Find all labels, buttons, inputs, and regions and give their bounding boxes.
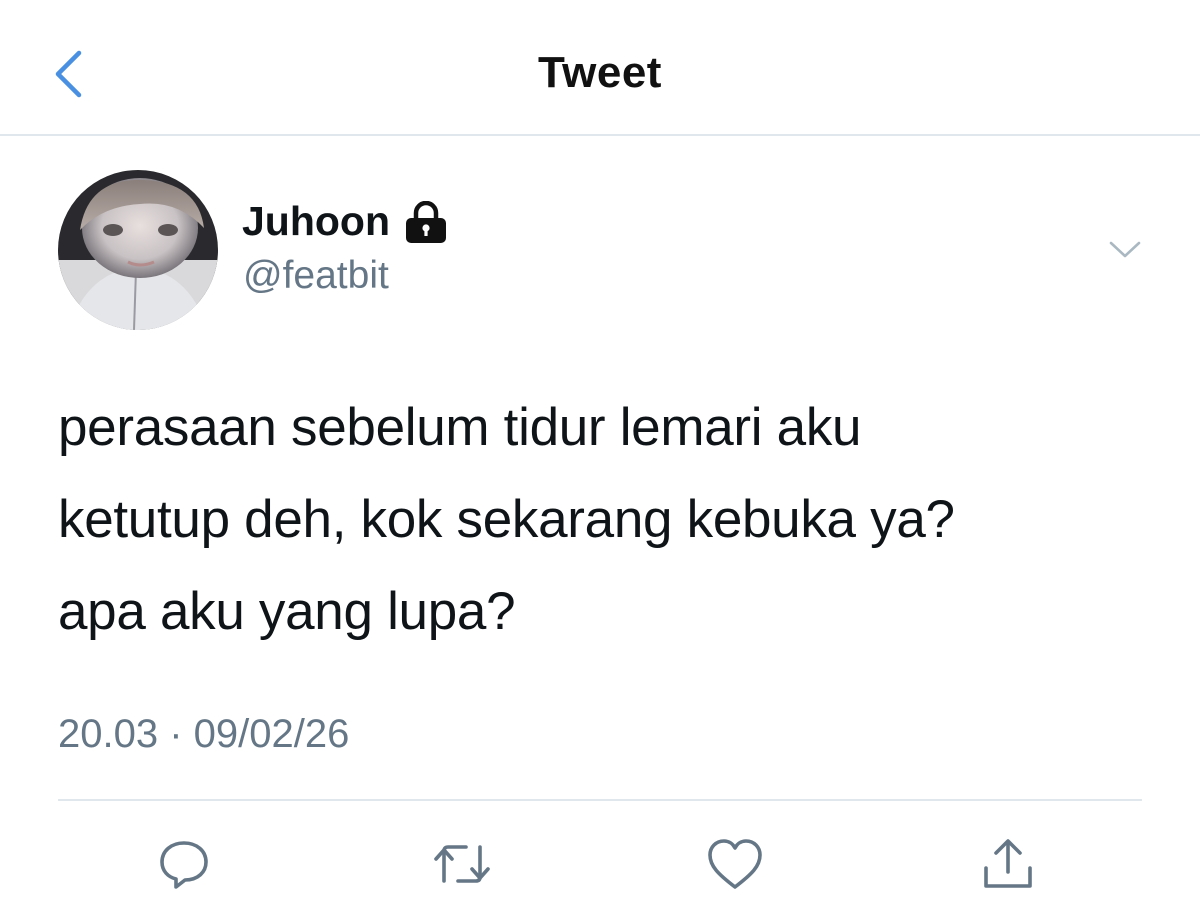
share-button[interactable] — [976, 832, 1040, 896]
tweet-text: perasaan sebelum tidur lemari aku ketutu… — [58, 382, 1158, 658]
chevron-down-icon — [1109, 241, 1141, 258]
reply-icon — [160, 841, 208, 889]
share-icon — [984, 839, 1032, 888]
page-title: Tweet — [538, 48, 662, 97]
like-button[interactable] — [703, 832, 767, 896]
tweet-timestamp[interactable]: 20.03 · 09/02/26 — [58, 712, 349, 757]
tweet-text-line: ketutup deh, kok sekarang kebuka ya? — [58, 490, 955, 549]
tweet-text-line: perasaan sebelum tidur lemari aku — [58, 398, 862, 457]
avatar[interactable] — [58, 170, 218, 330]
display-name: Juhoon — [242, 198, 391, 244]
author-name-row[interactable]: Juhoon — [242, 198, 448, 245]
tweet-time: 20.03 — [58, 712, 159, 756]
more-options-button[interactable] — [1100, 228, 1150, 272]
tweet-date: 09/02/26 — [193, 712, 350, 756]
tweet-text-line: apa aku yang lupa? — [58, 582, 516, 641]
tweet-detail-screen: Tweet Juhoon @featbit perasaan sebelum t… — [0, 0, 1200, 921]
lock-icon — [404, 200, 448, 243]
reply-button[interactable] — [152, 832, 216, 896]
username-handle[interactable]: @featbit — [243, 254, 389, 298]
retweet-button[interactable] — [430, 832, 494, 896]
like-icon — [708, 839, 762, 889]
avatar-image — [58, 170, 218, 330]
top-navigation-bar: Tweet — [0, 0, 1200, 136]
timestamp-separator: · — [169, 712, 194, 756]
divider — [58, 799, 1142, 801]
retweet-icon — [434, 845, 490, 883]
